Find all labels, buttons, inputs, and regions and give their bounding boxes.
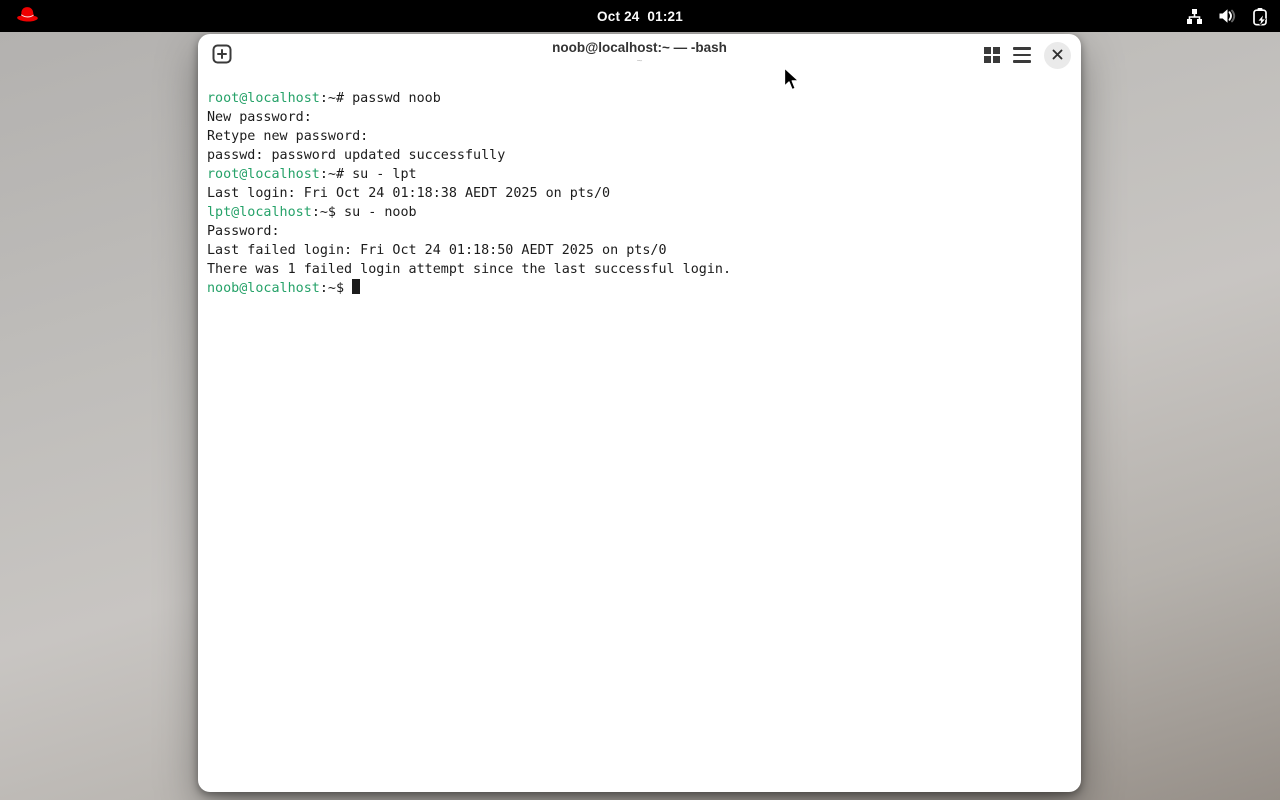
terminal-text: Last login: Fri Oct 24 01:18:38 AEDT 202… <box>207 186 611 201</box>
terminal-window: noob@localhost:~ — -bash ~ root@localhos… <box>198 34 1081 792</box>
terminal-text: There was 1 failed login attempt since t… <box>207 262 732 277</box>
plus-square-icon <box>212 44 232 67</box>
terminal-line: Last login: Fri Oct 24 01:18:38 AEDT 202… <box>207 184 1072 203</box>
window-headerbar[interactable]: noob@localhost:~ — -bash ~ <box>198 34 1081 76</box>
clock[interactable]: Oct 24 01:21 <box>0 0 1280 32</box>
prompt-text: noob@localhost <box>207 281 320 296</box>
terminal-text: :~# passwd noob <box>319 91 441 106</box>
terminal-line: Last failed login: Fri Oct 24 01:18:50 A… <box>207 241 1072 260</box>
window-subtitle: ~ <box>636 56 643 67</box>
terminal-text: Last failed login: Fri Oct 24 01:18:50 A… <box>207 243 667 258</box>
terminal-text: Password: <box>207 224 280 239</box>
terminal-text: :~$ su - noob <box>311 205 417 220</box>
terminal-cursor <box>352 279 361 294</box>
terminal-line: There was 1 failed login attempt since t… <box>207 260 1072 279</box>
terminal-text: New password: <box>207 110 312 125</box>
speaker-volume-icon <box>1218 8 1237 24</box>
terminal-text: :~# su - lpt <box>319 167 417 182</box>
window-title: noob@localhost:~ — -bash <box>552 40 727 55</box>
terminal-text: Retype new password: <box>207 129 369 144</box>
terminal-text: passwd: password updated successfully <box>207 148 506 163</box>
hamburger-menu-icon <box>1013 47 1031 63</box>
prompt-text: root@localhost <box>207 167 320 182</box>
close-x-icon <box>1052 48 1063 63</box>
terminal-line: New password: <box>207 108 1072 127</box>
terminal-text: :~$ <box>319 281 353 296</box>
terminal-line: noob@localhost:~$ <box>207 279 1072 298</box>
system-tray[interactable] <box>1186 0 1268 32</box>
terminal-line: lpt@localhost:~$ su - noob <box>207 203 1072 222</box>
battery-charging-icon <box>1252 7 1268 26</box>
network-wired-icon <box>1186 8 1203 25</box>
terminal-output[interactable]: root@localhost:~# passwd noob New passwor… <box>198 76 1081 298</box>
terminal-line: passwd: password updated successfully <box>207 146 1072 165</box>
prompt-text: root@localhost <box>207 91 320 106</box>
top-bar: Oct 24 01:21 <box>0 0 1280 32</box>
new-tab-button[interactable] <box>211 44 233 66</box>
terminal-line: Password: <box>207 222 1072 241</box>
window-title-area: noob@localhost:~ — -bash ~ <box>318 39 961 68</box>
close-button[interactable] <box>1044 41 1071 69</box>
terminal-line: root@localhost:~# su - lpt <box>207 165 1072 184</box>
tab-overview-button[interactable] <box>984 47 1000 63</box>
menu-button[interactable] <box>1013 47 1031 63</box>
prompt-text: lpt@localhost <box>207 205 312 220</box>
terminal-line: Retype new password: <box>207 127 1072 146</box>
terminal-line: root@localhost:~# passwd noob <box>207 89 1072 108</box>
grid-2x2-icon <box>984 47 1000 63</box>
